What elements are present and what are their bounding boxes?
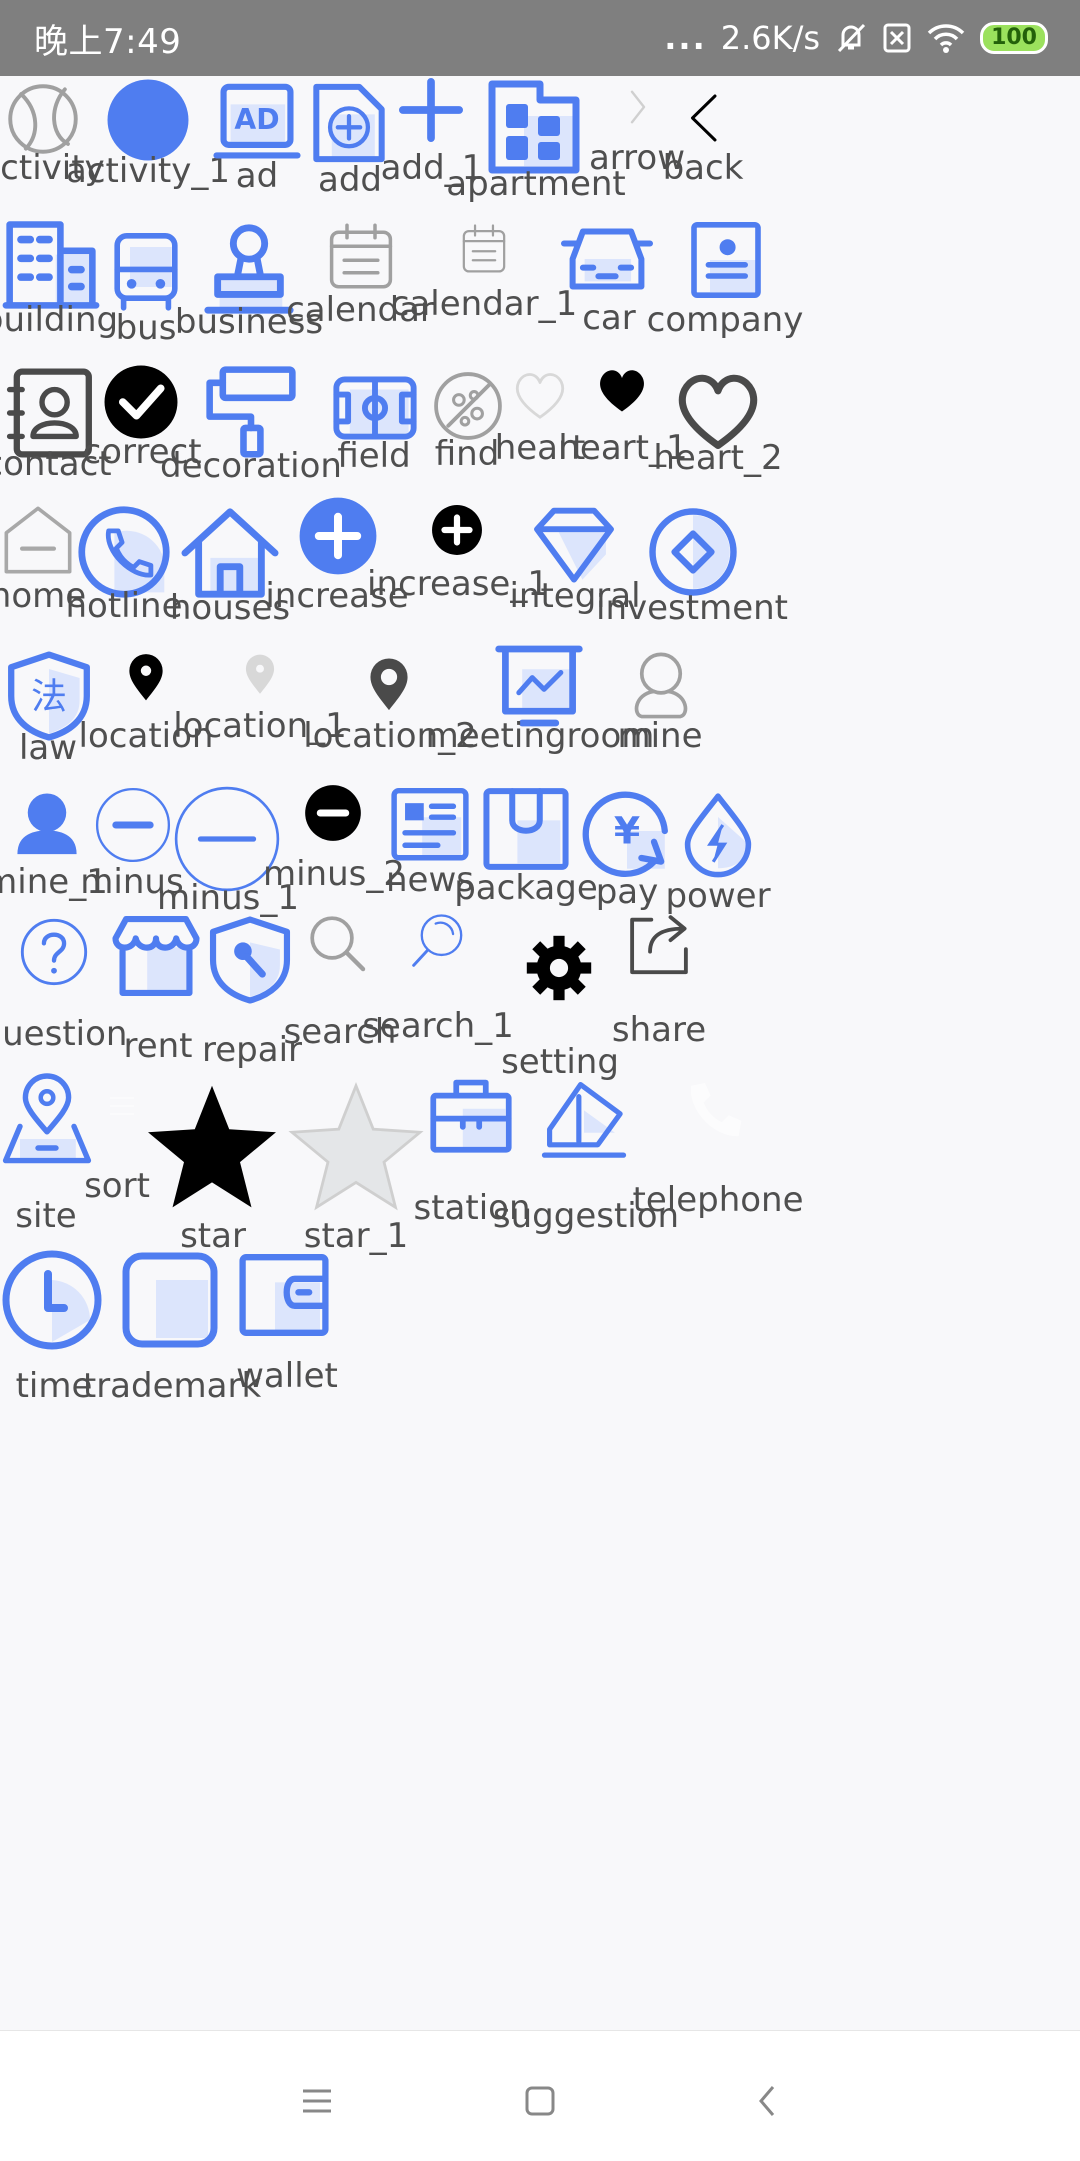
arrow-icon bbox=[630, 90, 646, 124]
icon-label-company: company bbox=[646, 300, 804, 340]
star-1-icon bbox=[288, 1082, 424, 1211]
icon-label-package: package bbox=[454, 868, 598, 908]
repair-icon bbox=[209, 916, 291, 1004]
icon-label-back: back bbox=[662, 148, 744, 188]
icon-grid: activityactivity_1ADadaddadd_1apartmenta… bbox=[0, 76, 1080, 2030]
minus-icon bbox=[95, 787, 171, 863]
icon-label-search-1: search_1 bbox=[362, 1006, 514, 1046]
ad-icon: AD bbox=[213, 83, 301, 159]
network-speed: 2.6K/s bbox=[720, 19, 821, 57]
setting-icon bbox=[526, 935, 592, 1001]
heart-1-icon bbox=[600, 370, 644, 412]
status-right: ... 2.6K/s 100 bbox=[664, 12, 1048, 64]
apartment-icon bbox=[488, 80, 580, 174]
search-1-icon bbox=[412, 914, 463, 967]
icon-label-investment: investment bbox=[596, 588, 788, 628]
wallet-icon bbox=[239, 1254, 329, 1336]
time-icon bbox=[2, 1250, 102, 1350]
back-icon bbox=[691, 94, 717, 142]
wifi-icon bbox=[927, 24, 965, 53]
increase-1-icon bbox=[432, 505, 482, 555]
minus-2-icon bbox=[305, 785, 361, 841]
svg-text:¥: ¥ bbox=[614, 809, 640, 853]
share-icon bbox=[630, 915, 688, 975]
icon-label-hotline: hotline bbox=[65, 586, 183, 626]
icon-label-minus-2: minus_2 bbox=[262, 854, 406, 894]
icon-label-building: building bbox=[0, 300, 119, 340]
pay-icon: ¥ bbox=[582, 791, 668, 878]
calendar-1-icon bbox=[462, 224, 506, 273]
increase-icon bbox=[299, 497, 377, 575]
search-icon bbox=[310, 916, 366, 972]
icon-label-time: time bbox=[15, 1366, 93, 1406]
package-icon bbox=[483, 788, 569, 870]
investment-icon bbox=[649, 508, 737, 596]
home-button-icon[interactable] bbox=[510, 2071, 570, 2131]
icon-label-wallet: wallet bbox=[236, 1356, 338, 1396]
car-icon bbox=[560, 228, 654, 290]
icon-label-bus: bus bbox=[115, 308, 177, 348]
icon-label-decoration: decoration bbox=[160, 446, 342, 486]
news-icon bbox=[391, 787, 469, 861]
suggestion-icon bbox=[541, 1082, 627, 1158]
correct-icon bbox=[104, 365, 178, 439]
company-icon bbox=[691, 222, 761, 298]
icon-label-mine: mine bbox=[617, 716, 703, 756]
power-icon bbox=[684, 793, 752, 878]
navigation-bar bbox=[0, 2030, 1080, 2161]
building-icon bbox=[2, 221, 100, 309]
telephone-icon bbox=[690, 1083, 742, 1137]
status-dots: ... bbox=[664, 19, 707, 57]
home-icon bbox=[4, 506, 72, 574]
icon-label-sort: sort bbox=[84, 1166, 150, 1206]
mine-1-icon bbox=[17, 793, 77, 855]
status-time: 晚上7:49 bbox=[34, 22, 182, 62]
icon-label-question: question bbox=[0, 1014, 128, 1054]
activity-icon bbox=[8, 84, 78, 154]
icon-label-car: car bbox=[582, 298, 636, 338]
trademark-icon bbox=[122, 1252, 218, 1348]
icon-label-add: add bbox=[318, 160, 382, 200]
icon-label-heart-2: heart_2 bbox=[653, 438, 783, 478]
icon-label-site: site bbox=[15, 1196, 77, 1236]
menu-icon[interactable] bbox=[287, 2071, 347, 2131]
icon-label-find: find bbox=[434, 434, 500, 474]
station-icon bbox=[430, 1079, 512, 1153]
location-icon bbox=[129, 654, 163, 701]
add-1-icon bbox=[399, 78, 463, 142]
icon-label-pay: pay bbox=[595, 872, 659, 912]
question-icon bbox=[20, 918, 88, 986]
status-bar: 晚上7:49 ... 2.6K/s 100 bbox=[0, 0, 1080, 76]
heart-icon bbox=[515, 373, 565, 419]
battery-badge: 100 bbox=[980, 22, 1048, 54]
icon-label-calendar-1: calendar_1 bbox=[390, 284, 578, 324]
svg-text:AD: AD bbox=[234, 103, 279, 136]
add-icon bbox=[313, 83, 385, 163]
icon-label-rent: rent bbox=[123, 1026, 193, 1066]
svg-text:法: 法 bbox=[31, 677, 67, 718]
location-1-icon bbox=[245, 654, 275, 694]
icon-label-field: field bbox=[337, 436, 411, 476]
sim-icon bbox=[883, 23, 911, 53]
icon-label-share: share bbox=[611, 1010, 707, 1050]
rent-icon bbox=[112, 915, 200, 997]
icon-label-trademark: trademark bbox=[82, 1366, 262, 1406]
icon-label-telephone: telephone bbox=[632, 1180, 804, 1220]
location-2-icon bbox=[370, 658, 408, 711]
icon-label-ad: ad bbox=[235, 156, 279, 196]
back-button-icon[interactable] bbox=[737, 2071, 797, 2131]
site-icon bbox=[2, 1073, 92, 1164]
mine-icon bbox=[634, 652, 688, 719]
star-icon bbox=[148, 1085, 276, 1208]
icon-label-power: power bbox=[665, 876, 771, 916]
calendar-icon bbox=[329, 223, 393, 289]
mute-icon bbox=[837, 23, 866, 53]
icon-label-law: law bbox=[18, 728, 78, 768]
